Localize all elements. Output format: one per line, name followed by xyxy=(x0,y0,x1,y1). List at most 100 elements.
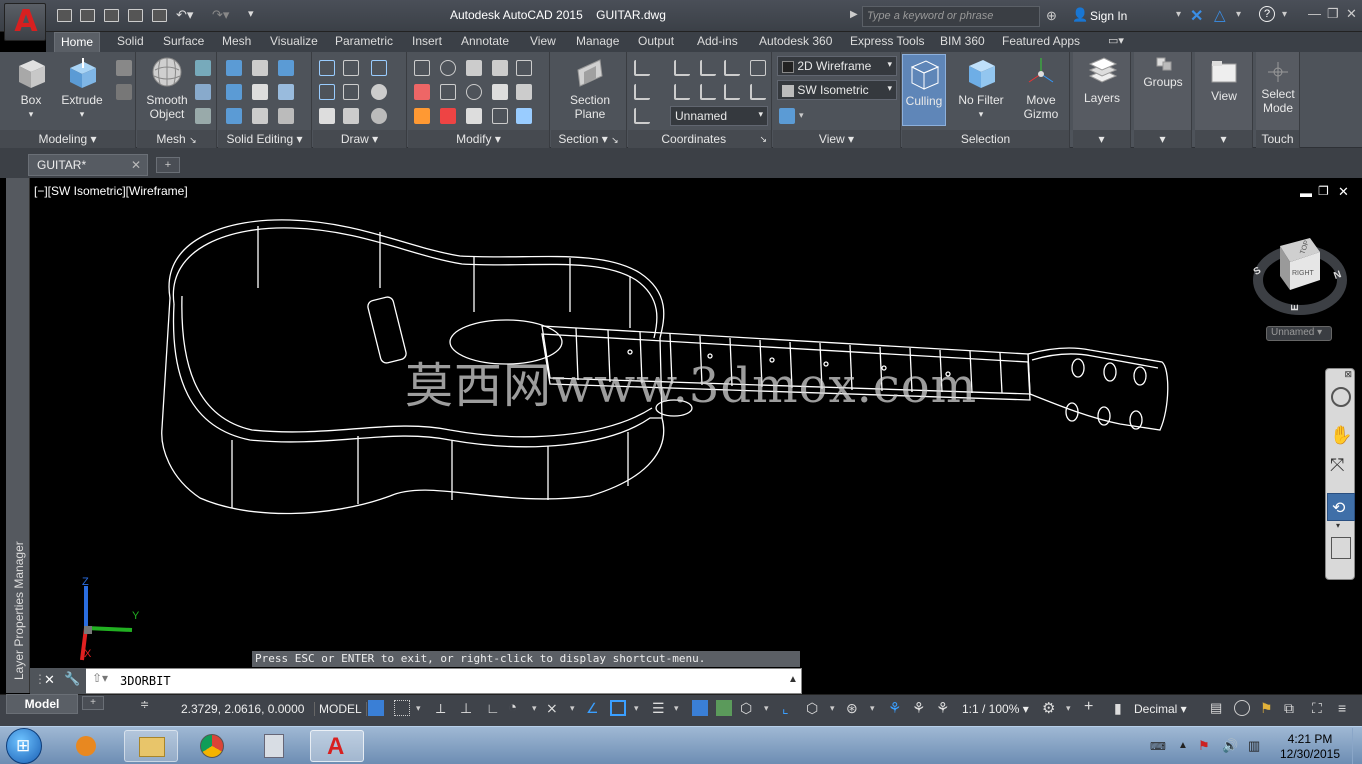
tab-solid[interactable]: Solid xyxy=(111,32,150,52)
exchange-apps-icon[interactable]: ✕ xyxy=(1190,6,1203,26)
taskbar-chrome[interactable] xyxy=(186,730,240,762)
extrude-faces-icon[interactable] xyxy=(278,84,294,100)
ucs-origin-icon[interactable] xyxy=(674,60,690,76)
application-menu-button[interactable]: A xyxy=(4,3,46,41)
panel-label-mesh[interactable]: Mesh ↘ xyxy=(137,130,216,148)
orbit-button[interactable]: ⟲ xyxy=(1327,493,1355,521)
spline-icon[interactable] xyxy=(319,84,335,100)
tab-add-ins[interactable]: Add-ins xyxy=(691,32,744,52)
ortho-icon[interactable]: ∟ xyxy=(486,700,500,716)
mirror-3d-icon[interactable] xyxy=(440,108,456,124)
tab-output[interactable]: Output xyxy=(632,32,680,52)
tab-parametric[interactable]: Parametric xyxy=(329,32,399,52)
start-button[interactable]: ⊞ xyxy=(6,728,42,764)
visual-style-dropdown[interactable]: 2D Wireframe ▾ xyxy=(777,56,897,76)
binoculars-icon[interactable]: ⊕ xyxy=(1046,8,1057,24)
3d-rotate-icon[interactable] xyxy=(492,60,508,76)
new-tab-button[interactable]: + xyxy=(156,157,180,173)
search-input[interactable]: Type a keyword or phrase xyxy=(862,6,1040,27)
volume-icon[interactable]: 🔊 xyxy=(1222,738,1238,754)
rotate-icon[interactable] xyxy=(466,84,482,100)
viewport-minimize-icon[interactable]: ▬ xyxy=(1300,186,1312,200)
lock-ui-icon[interactable] xyxy=(1234,700,1250,716)
command-customize-icon[interactable]: 🔧 xyxy=(64,671,80,687)
taskbar-media-player[interactable] xyxy=(60,730,114,762)
gizmo-icon[interactable]: ⊛ xyxy=(846,700,858,717)
panel-label-layers[interactable]: ▾ xyxy=(1073,130,1130,148)
sign-in-dropdown-icon[interactable]: ▾ xyxy=(1176,9,1181,20)
ucs-named-dropdown[interactable]: Unnamed ▾ xyxy=(670,106,768,126)
taskbar-explorer[interactable] xyxy=(124,730,178,762)
recent-commands-icon[interactable]: ⇧▾ xyxy=(92,671,108,685)
annotation-monitor-icon[interactable]: + xyxy=(1084,698,1093,716)
panel-label-modify[interactable]: Modify ▾ xyxy=(408,130,549,148)
restore-window-icon[interactable]: ❐ xyxy=(1327,6,1339,22)
panel-label-view[interactable]: View ▾ xyxy=(773,130,900,148)
tab-bim-360[interactable]: BIM 360 xyxy=(934,32,991,52)
circle-icon[interactable] xyxy=(371,84,387,100)
panel-label-draw[interactable]: Draw ▾ xyxy=(313,130,406,148)
polygon-icon[interactable] xyxy=(319,108,335,124)
panel-label-coordinates[interactable]: Coordinates ↘ xyxy=(628,130,771,148)
ucs-icon[interactable] xyxy=(634,60,650,76)
ucs-world-icon[interactable] xyxy=(634,84,650,100)
layout-list-icon[interactable]: ≑ xyxy=(140,698,149,711)
isometric-drafting-icon[interactable]: ⨯ xyxy=(546,700,558,717)
orbit-dropdown-icon[interactable]: ▾ xyxy=(1336,521,1340,530)
cursor-coordinates[interactable]: 2.3729, 2.0616, 0.0000 xyxy=(181,702,304,716)
object-snap-icon[interactable] xyxy=(610,700,626,716)
network-icon[interactable]: ▥ xyxy=(1248,738,1260,754)
move-gizmo-button[interactable]: Move Gizmo xyxy=(1016,56,1066,121)
taskbar-autocad[interactable]: A xyxy=(310,730,364,762)
tab-annotate[interactable]: Annotate xyxy=(455,32,515,52)
clean-screen-icon[interactable]: ⛶ xyxy=(1312,700,1322,717)
close-tab-icon[interactable]: ✕ xyxy=(131,158,141,172)
copy-icon[interactable] xyxy=(492,84,508,100)
panel-label-selection[interactable]: Selection xyxy=(902,130,1069,148)
panel-label-view-2[interactable]: ▾ xyxy=(1195,130,1252,148)
ucs-z-icon[interactable] xyxy=(700,84,716,100)
model-space-toggle[interactable]: MODEL xyxy=(314,702,367,716)
groups-button[interactable]: Groups xyxy=(1138,56,1188,89)
ribbon-minimize-icon[interactable]: ▭▾ xyxy=(1108,34,1124,47)
quick-access-dropdown-icon[interactable]: ▾ xyxy=(248,7,254,20)
viewport-controls-label[interactable]: [−][SW Isometric][Wireframe] xyxy=(34,184,188,198)
3d-move-icon[interactable] xyxy=(440,60,456,76)
slice-icon[interactable] xyxy=(252,84,268,100)
a360-dropdown-icon[interactable]: ▾ xyxy=(1236,9,1241,20)
panel-label-solid-editing[interactable]: Solid Editing ▾ xyxy=(218,130,311,148)
hardware-acceleration-icon[interactable]: ⧉ xyxy=(1284,700,1294,717)
selection-filter-dropdown-icon[interactable]: ▾ xyxy=(830,703,835,714)
annotation-scale-value[interactable]: 1:1 / 100% ▾ xyxy=(962,702,1029,716)
offset-icon[interactable] xyxy=(516,84,532,100)
save-as-icon[interactable] xyxy=(128,9,143,22)
arc-icon[interactable] xyxy=(371,60,387,76)
viewport-restore-icon[interactable]: ❐ xyxy=(1318,184,1329,198)
select-mode-button[interactable]: Select Mode xyxy=(1256,60,1300,115)
culling-button[interactable]: Culling xyxy=(902,54,946,126)
selection-filter-icon[interactable]: ⬡ xyxy=(806,700,818,717)
tab-autodesk-360[interactable]: Autodesk 360 xyxy=(753,32,838,52)
thicken-icon[interactable] xyxy=(252,108,268,124)
new-layout-button[interactable]: + xyxy=(82,696,104,710)
explode-icon[interactable] xyxy=(516,60,532,76)
action-center-icon[interactable]: ⚑ xyxy=(1198,738,1210,754)
stretch-icon[interactable] xyxy=(492,108,508,124)
gizmo-dropdown-icon[interactable]: ▾ xyxy=(870,703,875,714)
section-plane-button[interactable]: Section Plane xyxy=(561,56,619,121)
tray-expand-icon[interactable]: ▲ xyxy=(1178,740,1188,751)
3d-align-icon[interactable] xyxy=(440,84,456,100)
new-file-icon[interactable] xyxy=(57,9,72,22)
viewport-config-dropdown-icon[interactable]: ▾ xyxy=(799,110,804,121)
navbar-close-icon[interactable]: ⊠ xyxy=(1344,369,1352,380)
search-expand-icon[interactable]: ▶ xyxy=(850,9,858,20)
ucs-zaxis-icon[interactable] xyxy=(750,84,766,100)
zoom-extents-icon[interactable]: ⤧ xyxy=(1330,455,1344,476)
undo-icon[interactable]: ↶▾ xyxy=(176,7,193,23)
ucs-3point-icon[interactable] xyxy=(724,84,740,100)
ucs-view-icon[interactable] xyxy=(750,60,766,76)
presspull-icon[interactable] xyxy=(116,60,132,76)
layers-button[interactable]: Layers xyxy=(1077,56,1127,105)
ucs-x-icon[interactable] xyxy=(700,60,716,76)
steering-wheel-icon[interactable] xyxy=(1331,387,1351,407)
